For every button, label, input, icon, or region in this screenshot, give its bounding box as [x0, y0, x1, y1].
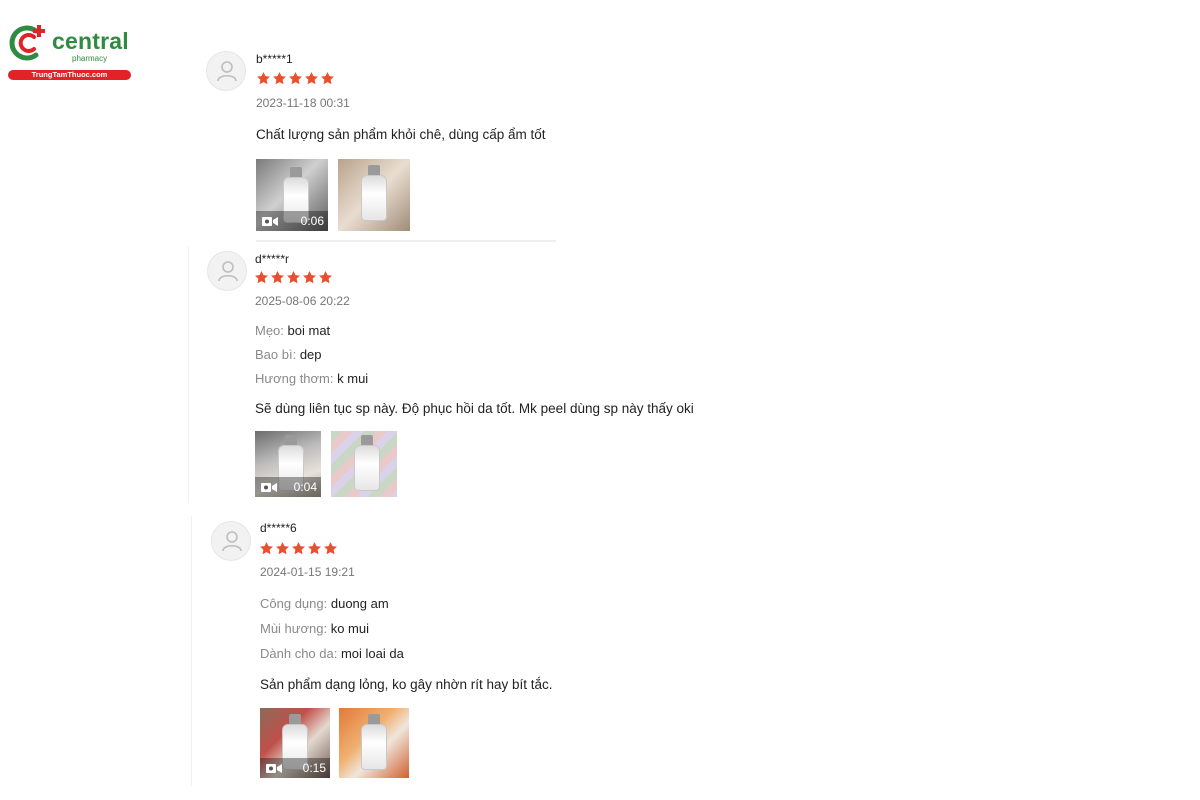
review-date: 2025-08-06 20:22: [255, 294, 350, 308]
review-video-thumbnail[interactable]: 0:06: [256, 159, 328, 231]
avatar: [207, 251, 247, 291]
attribute-key: Dành cho da:: [260, 646, 338, 661]
rating-stars: [254, 270, 333, 285]
attribute-key: Mùi hương:: [260, 621, 328, 636]
avatar: [206, 51, 246, 91]
review-image-thumbnail[interactable]: [331, 431, 397, 497]
logo-subtitle: pharmacy: [72, 54, 108, 63]
review-comment: Sẽ dùng liên tục sp này. Độ phục hồi da …: [255, 401, 694, 416]
star-icon: [321, 71, 334, 85]
review-date: 2024-01-15 19:21: [260, 565, 355, 579]
review-item: d*****6 2024-01-15 19:21 Công dụng: duon…: [191, 516, 711, 786]
review-video-thumbnail[interactable]: 0:04: [255, 431, 321, 497]
logo-tagline: TrungTamThuoc.com: [8, 70, 131, 80]
reviewer-name: b*****1: [256, 52, 293, 66]
review-divider: [256, 240, 556, 242]
star-icon: [276, 541, 289, 555]
star-icon: [260, 541, 273, 555]
review-video-thumbnail[interactable]: 0:15: [260, 708, 330, 778]
logo-wordmark: central: [52, 28, 129, 54]
review-attribute: Công dụng: duong am: [260, 596, 389, 611]
star-icon: [319, 270, 332, 284]
star-icon: [289, 71, 302, 85]
attribute-key: Mẹo:: [255, 323, 284, 338]
user-avatar-icon: [217, 61, 237, 82]
reviewer-name: d*****6: [260, 521, 297, 535]
user-avatar-icon: [222, 531, 242, 552]
video-camera-icon: [266, 764, 282, 773]
star-icon: [324, 541, 337, 555]
review-item: b*****1 2023-11-18 00:31 Chất lượng sản …: [206, 48, 626, 243]
rating-stars: [259, 541, 338, 556]
attribute-key: Bao bì:: [255, 347, 297, 362]
reviewer-name: d*****r: [255, 252, 290, 266]
star-icon: [303, 270, 316, 284]
review-date: 2023-11-18 00:31: [256, 96, 350, 110]
star-icon: [305, 71, 318, 85]
review-item: d*****r 2025-08-06 20:22 Mẹo: boi mat Ba…: [188, 247, 708, 502]
star-icon: [292, 541, 305, 555]
review-comment: Sản phẩm dạng lỏng, ko gây nhờn rít hay …: [260, 677, 553, 692]
star-icon: [273, 71, 286, 85]
review-attribute: Mùi hương: ko mui: [260, 621, 369, 636]
attribute-value: dep: [299, 347, 322, 362]
central-pharmacy-logo[interactable]: central pharmacy TrungTamThuoc.com: [6, 22, 131, 82]
video-camera-icon: [261, 483, 277, 492]
review-attribute: Dành cho da: moi loai da: [260, 646, 404, 661]
attribute-key: Hương thơm:: [255, 371, 334, 386]
review-comment: Chất lượng sản phẩm khỏi chê, dùng cấp ẩ…: [256, 127, 546, 142]
attribute-value: boi mat: [287, 323, 331, 338]
review-image-thumbnail[interactable]: [339, 708, 409, 778]
star-icon: [257, 71, 270, 85]
rating-stars: [256, 71, 335, 86]
review-attribute: Hương thơm: k mui: [255, 371, 368, 386]
video-duration: 0:04: [293, 480, 317, 494]
pharmacy-logo-icon: [9, 25, 45, 61]
review-image-thumbnail[interactable]: [338, 159, 410, 231]
attribute-value: k mui: [337, 371, 369, 386]
avatar: [211, 521, 251, 561]
attribute-value: duong am: [330, 596, 389, 611]
star-icon: [287, 270, 300, 284]
review-attribute: Mẹo: boi mat: [255, 323, 330, 338]
star-icon: [271, 270, 284, 284]
video-camera-icon: [262, 217, 278, 226]
attribute-key: Công dụng:: [260, 596, 328, 611]
video-duration: 0:15: [302, 761, 326, 775]
attribute-value: moi loai da: [340, 646, 404, 661]
user-avatar-icon: [218, 261, 238, 282]
review-attribute: Bao bì: dep: [255, 347, 322, 362]
attribute-value: ko mui: [330, 621, 370, 636]
star-icon: [308, 541, 321, 555]
video-duration: 0:06: [300, 214, 324, 228]
star-icon: [255, 270, 268, 284]
